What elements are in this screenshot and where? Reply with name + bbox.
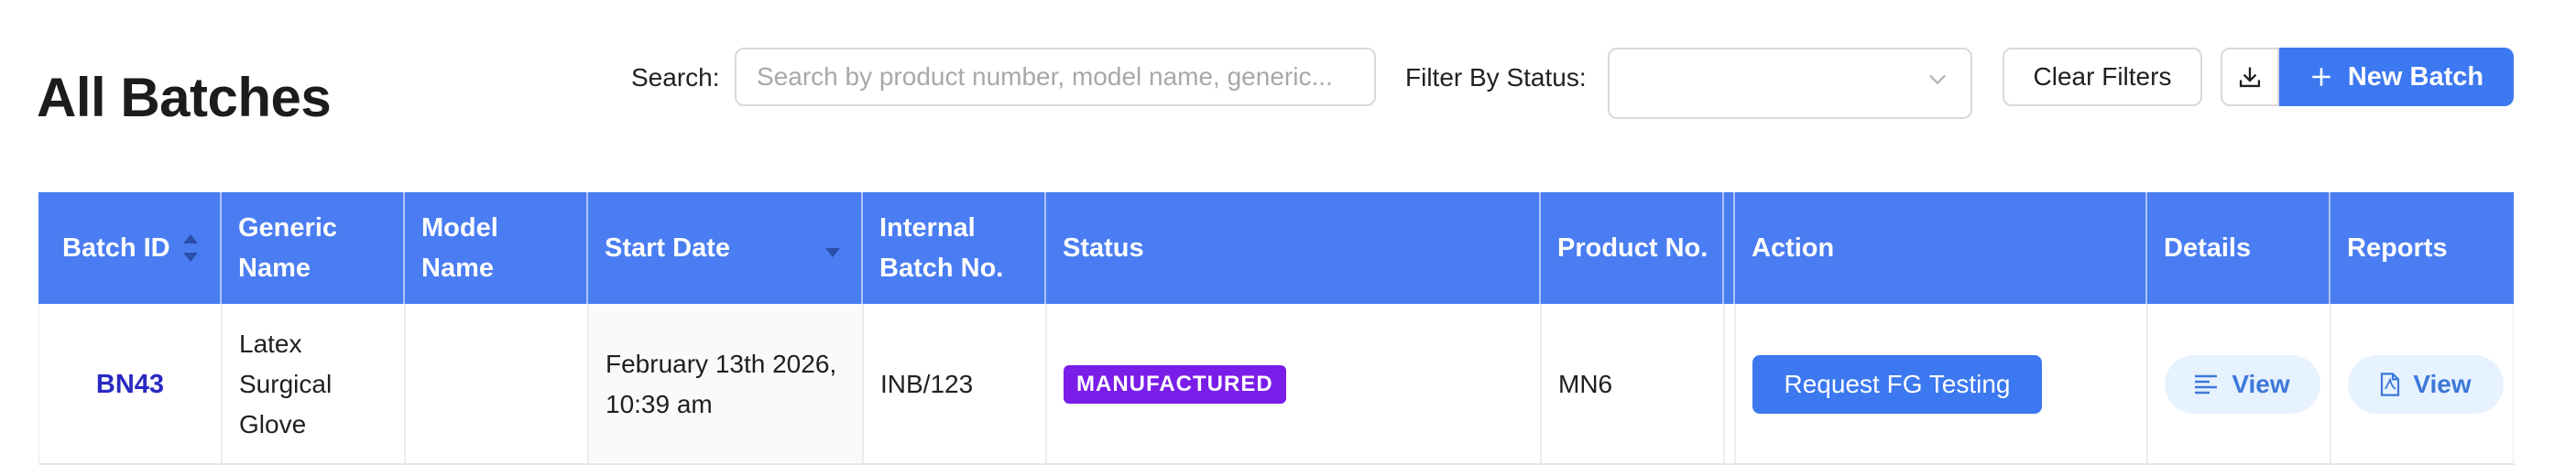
view-reports-button[interactable]: View — [2348, 355, 2504, 414]
request-fg-testing-button[interactable]: Request FG Testing — [1752, 355, 2042, 414]
status-cell: MANUFACTURED — [1047, 304, 1540, 465]
search-label: Search: — [631, 63, 720, 92]
sort-icon — [183, 234, 198, 262]
column-header-details: Details — [2164, 233, 2252, 263]
action-cell: Request FG Testing — [1736, 304, 2146, 465]
model-name-cell — [406, 304, 587, 465]
search-input[interactable] — [735, 48, 1376, 106]
clear-filters-button[interactable]: Clear Filters — [2003, 48, 2202, 106]
generic-name-cell: Latex Surgical Glove — [239, 330, 333, 438]
download-button[interactable] — [2221, 48, 2279, 106]
new-batch-button[interactable]: New Batch — [2279, 48, 2514, 106]
pdf-file-icon — [2381, 373, 2400, 396]
chevron-down-icon — [1929, 74, 1946, 85]
column-header-product-no[interactable]: Product No. — [1541, 192, 1759, 304]
new-batch-label: New Batch — [2347, 61, 2484, 92]
start-date-cell: February 13th 2026, 10:39 am — [589, 304, 862, 465]
details-lines-icon — [2195, 374, 2218, 395]
column-header-status[interactable]: Status — [1046, 192, 1539, 304]
view-details-button[interactable]: View — [2165, 355, 2320, 414]
table-row: BN43 Latex Surgical Glove February 13th … — [38, 304, 2515, 465]
column-header-start-date[interactable]: Start Date — [588, 192, 861, 304]
status-filter-select[interactable] — [1608, 48, 1972, 119]
details-cell: View — [2148, 304, 2330, 465]
table-header: Batch ID Generic Name Model Name Start D… — [38, 192, 2514, 304]
batch-id-link[interactable]: BN43 — [96, 364, 164, 405]
internal-batch-no-cell: INB/123 — [880, 370, 974, 398]
toolbar: Search: Filter By Status: Clear Filters … — [0, 48, 2576, 121]
reports-cell: View — [2331, 304, 2515, 465]
column-header-model-name[interactable]: Model Name — [405, 192, 586, 304]
status-badge: MANUFACTURED — [1064, 365, 1286, 404]
column-header-internal-batch-no[interactable]: Internal Batch No. — [863, 192, 1044, 304]
column-header-generic-name[interactable]: Generic Name — [222, 192, 403, 304]
sort-descending-icon — [825, 248, 840, 257]
filter-label: Filter By Status: — [1405, 63, 1587, 92]
column-header-reports: Reports — [2347, 233, 2448, 263]
batch-id-cell: BN43 — [39, 304, 221, 465]
column-header-batch-id[interactable]: Batch ID — [38, 192, 220, 304]
plus-icon — [2312, 68, 2330, 86]
product-no-cell: MN6 — [1558, 370, 1613, 398]
download-icon — [2239, 67, 2261, 88]
column-header-action: Action — [1752, 233, 1835, 263]
